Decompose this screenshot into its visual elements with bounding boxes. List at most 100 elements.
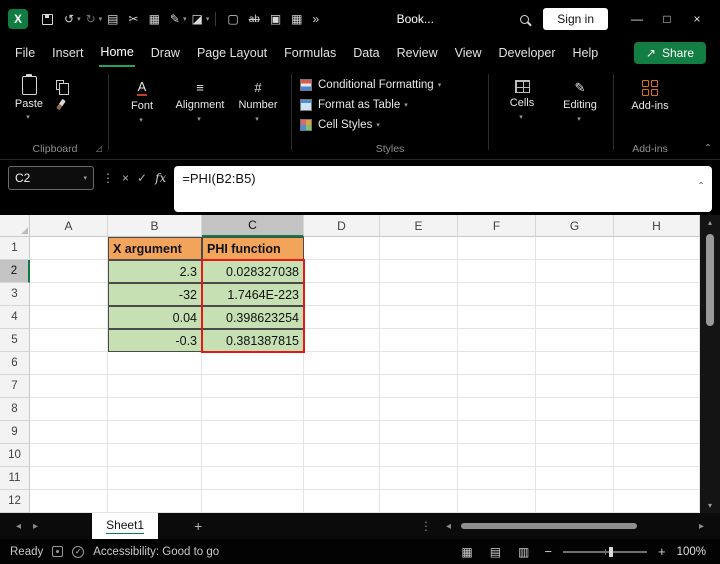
zoom-in-button[interactable]: + [656,544,668,559]
cell-H3[interactable] [614,283,700,306]
scroll-down-icon[interactable]: ▾ [708,501,712,510]
cells-group-button[interactable]: Cells ▾ [493,72,551,159]
cell-B1[interactable]: X argument [108,237,202,260]
tab-view[interactable]: View [454,40,483,66]
cell-G2[interactable] [536,260,614,283]
highlighter-chevron-icon[interactable]: ▾ [206,15,210,23]
alignment-group-button[interactable]: ≡ Alignment ▾ [171,72,229,159]
sheet-nav-right-icon[interactable]: ▸ [27,521,44,532]
close-button[interactable]: × [682,12,712,26]
cell-C1[interactable]: PHI function [202,237,304,260]
cell-F8[interactable] [458,398,536,421]
cell-E4[interactable] [380,306,458,329]
cell-D9[interactable] [304,421,380,444]
cell-C11[interactable] [202,467,304,490]
page-break-view-icon[interactable]: ▥ [514,545,533,559]
cell-D7[interactable] [304,375,380,398]
tab-insert[interactable]: Insert [51,40,84,66]
cell-B12[interactable] [108,490,202,513]
column-header-H[interactable]: H [614,215,700,237]
column-header-G[interactable]: G [536,215,614,237]
paste-chevron-icon[interactable]: ▾ [26,113,30,121]
cell-E8[interactable] [380,398,458,421]
cell-D8[interactable] [304,398,380,421]
font-group-button[interactable]: A Font ▾ [113,72,171,159]
cell-E6[interactable] [380,352,458,375]
zoom-slider-thumb[interactable] [609,546,614,557]
cell-H11[interactable] [614,467,700,490]
hscroll-right-icon[interactable]: ▸ [693,521,710,532]
row-header-8[interactable]: 8 [0,398,30,421]
cell-E5[interactable] [380,329,458,352]
sheet-tab-sheet1[interactable]: Sheet1 [92,513,159,539]
cell-A11[interactable] [30,467,108,490]
page-layout-view-icon[interactable]: ▤ [486,545,505,559]
number-group-button[interactable]: # Number ▾ [229,72,287,159]
column-header-E[interactable]: E [380,215,458,237]
cell-G3[interactable] [536,283,614,306]
cell-B11[interactable] [108,467,202,490]
cell-C10[interactable] [202,444,304,467]
sign-in-button[interactable]: Sign in [543,8,608,30]
column-header-A[interactable]: A [30,215,108,237]
cell-G8[interactable] [536,398,614,421]
highlighter-icon[interactable]: ◪ [186,12,207,26]
tab-data[interactable]: Data [352,40,380,66]
cell-F9[interactable] [458,421,536,444]
cancel-icon[interactable]: × [122,166,129,190]
insert-function-icon[interactable]: fx [155,166,166,190]
cell-G10[interactable] [536,444,614,467]
cell-C12[interactable] [202,490,304,513]
row-header-3[interactable]: 3 [0,283,30,306]
cell-A5[interactable] [30,329,108,352]
horizontal-scrollbar[interactable] [459,521,691,531]
cell-B8[interactable] [108,398,202,421]
cell-D10[interactable] [304,444,380,467]
cell-D1[interactable] [304,237,380,260]
document-icon[interactable]: ▢ [222,12,243,26]
cell-G7[interactable] [536,375,614,398]
name-box[interactable]: C2 ▾ [8,166,94,190]
cell-E3[interactable] [380,283,458,306]
tab-formulas[interactable]: Formulas [283,40,337,66]
cell-G5[interactable] [536,329,614,352]
cell-E12[interactable] [380,490,458,513]
cell-F4[interactable] [458,306,536,329]
cell-C7[interactable] [202,375,304,398]
cell-D11[interactable] [304,467,380,490]
accessibility-status[interactable]: Accessibility: Good to go [93,546,219,558]
cell-D4[interactable] [304,306,380,329]
vertical-scrollbar-thumb[interactable] [706,234,714,326]
tab-review[interactable]: Review [396,40,439,66]
conditional-formatting-button[interactable]: Conditional Formatting ▾ [296,75,484,95]
row-header-4[interactable]: 4 [0,306,30,329]
cell-C2[interactable]: 0.028327038 [202,260,304,283]
formula-input[interactable]: =PHI(B2:B5) ˆ [174,166,712,212]
macro-record-icon[interactable] [52,546,64,557]
maximize-button[interactable]: □ [652,12,682,26]
enter-icon[interactable]: ✓ [137,166,147,190]
cell-C6[interactable] [202,352,304,375]
editing-group-button[interactable]: ✎ Editing ▾ [551,72,609,159]
clipboard-dialog-launcher-icon[interactable]: ◿ [96,144,102,153]
cell-F7[interactable] [458,375,536,398]
cell-F11[interactable] [458,467,536,490]
clipboard-icon[interactable]: ▤ [102,12,123,26]
cell-A8[interactable] [30,398,108,421]
normal-view-icon[interactable]: ▦ [457,545,476,559]
cell-A2[interactable] [30,260,108,283]
cell-G6[interactable] [536,352,614,375]
cell-H10[interactable] [614,444,700,467]
format-painter-button[interactable] [56,98,66,111]
cell-C8[interactable] [202,398,304,421]
cell-F10[interactable] [458,444,536,467]
cell-F12[interactable] [458,490,536,513]
cell-A12[interactable] [30,490,108,513]
row-header-1[interactable]: 1 [0,237,30,260]
cell-E7[interactable] [380,375,458,398]
cell-H8[interactable] [614,398,700,421]
name-box-chevron-icon[interactable]: ▾ [83,174,87,182]
cell-B10[interactable] [108,444,202,467]
strikethrough-icon[interactable]: ab [244,14,265,25]
undo-button[interactable]: ↺ [59,12,79,26]
